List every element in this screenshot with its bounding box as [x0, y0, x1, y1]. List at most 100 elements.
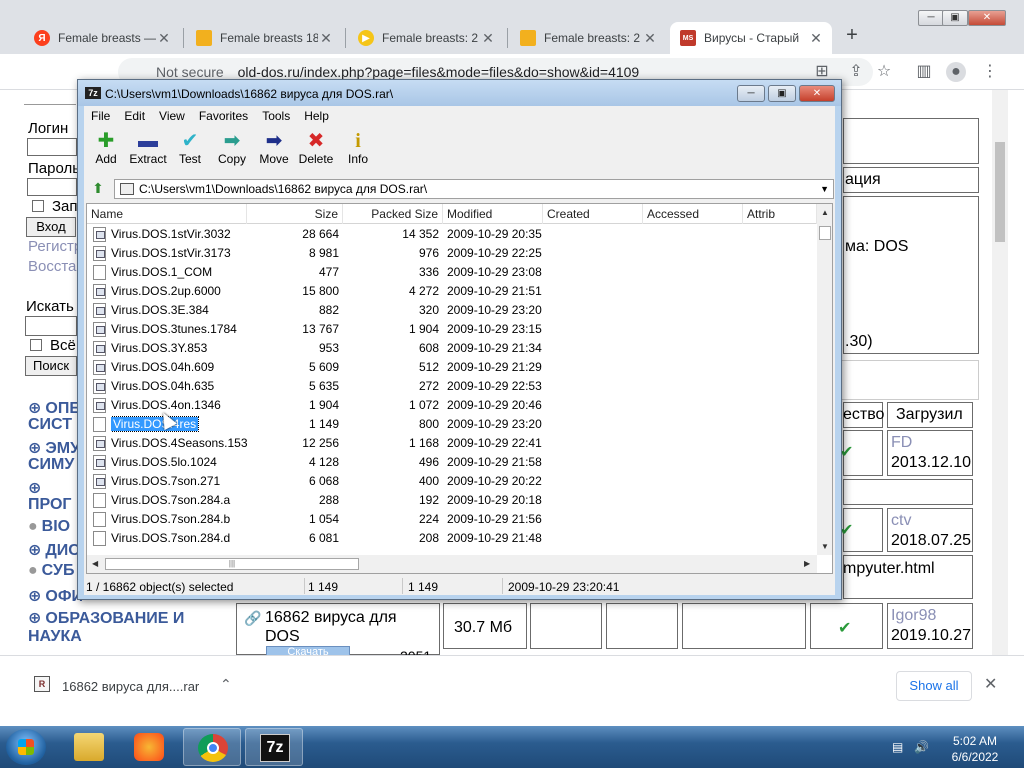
menu-icon[interactable]: ⋮ [980, 62, 1000, 82]
copy-button[interactable]: ➡ Copy [210, 130, 254, 172]
scrollbar-thumb[interactable] [995, 142, 1005, 242]
menu-view[interactable]: View [152, 106, 192, 126]
bookmark-star-icon[interactable]: ☆ [874, 62, 894, 82]
scrollbar-thumb[interactable] [819, 226, 831, 240]
7zip-close-button[interactable]: ✕ [799, 85, 835, 102]
uploader-link-2[interactable]: ctv [891, 512, 911, 530]
file-row[interactable]: Virus.DOS.04h.609 5 609 512 2009-10-29 21:2… [87, 358, 817, 377]
test-button[interactable]: ✔ Test [168, 130, 212, 172]
tab-3[interactable]: ▶ Female breasts: 2 ✕ [348, 22, 504, 54]
taskbar-chrome[interactable] [183, 728, 241, 766]
move-button[interactable]: ➡ Move [252, 130, 296, 172]
start-button[interactable] [6, 729, 46, 765]
extract-button[interactable]: ▬ Extract [126, 130, 170, 172]
close-tab-icon[interactable]: ✕ [318, 30, 334, 47]
info-button[interactable]: i Info [336, 130, 380, 172]
clock-time[interactable]: 5:02 AM [940, 734, 1010, 748]
close-icon[interactable]: ✕ [984, 674, 997, 694]
7zip-address-field[interactable]: C:\Users\vm1\Downloads\16862 вируса для … [114, 179, 834, 199]
scroll-up-icon[interactable]: ▲ [821, 208, 829, 217]
7zip-maximize-button[interactable]: ▣ [768, 85, 796, 102]
file-row[interactable]: Virus.DOS.1_COM 477 336 2009-10-29 23:08 [87, 263, 817, 282]
uploader-link-3[interactable]: Igor98 [891, 607, 936, 625]
file-row[interactable]: Virus.DOS.2up.6000 15 800 4 272 2009-10-29 … [87, 282, 817, 301]
category-menu-item[interactable]: ⊕ ЭМУ [28, 438, 80, 458]
network-icon[interactable]: ▤ [892, 740, 903, 754]
column-header-created[interactable]: Created [543, 204, 643, 224]
search-button[interactable]: Поиск [25, 356, 77, 376]
file-row[interactable]: Virus.DOS.4on.1346 1 904 1 072 2009-10-29 2… [87, 396, 817, 415]
side-panel-icon[interactable]: ▥ [914, 62, 934, 82]
download-filename[interactable]: 16862 вируса для....rar [62, 679, 199, 694]
close-tab-icon[interactable]: ✕ [642, 30, 658, 47]
file-list-vertical-scrollbar[interactable]: ▲ ▼ [817, 204, 832, 555]
volume-icon[interactable]: 🔊 [914, 740, 929, 754]
file-title[interactable]: 16862 вируса для DOS [265, 608, 435, 646]
search-input[interactable] [25, 316, 77, 336]
tab-5[interactable]: MS Вирусы - Старый ✕ [670, 22, 832, 54]
new-tab-button[interactable]: + [842, 25, 862, 46]
search-all-checkbox[interactable] [30, 339, 42, 351]
scroll-right-icon[interactable]: ▶ [804, 559, 810, 568]
file-ref-text[interactable]: mpyuter.html [843, 560, 935, 578]
column-header-size[interactable]: Size [247, 204, 343, 224]
7zip-titlebar[interactable]: 7z C:\Users\vm1\Downloads\16862 вируса д… [78, 80, 841, 106]
column-header-packed-size[interactable]: Packed Size [343, 204, 443, 224]
file-row[interactable]: Virus.DOS.5lo.1024 4 128 496 2009-10-29 21:… [87, 453, 817, 472]
scroll-down-icon[interactable]: ▼ [821, 542, 829, 551]
file-list-horizontal-scrollbar[interactable]: ◀ ||| ▶ [87, 555, 817, 573]
file-row[interactable]: Virus.DOS.4Seasons.1534 12 256 1 168 2009-1… [87, 434, 817, 453]
profile-avatar-icon[interactable]: ● [946, 62, 966, 82]
taskbar-explorer[interactable] [60, 728, 118, 766]
category-menu-item[interactable]: ● BIO [28, 518, 70, 536]
delete-button[interactable]: ✖ Delete [294, 130, 338, 172]
login-button[interactable]: Вход [26, 217, 76, 237]
file-row[interactable]: Virus.DOS.7son.284.a 288 192 2009-10-29 20:… [87, 491, 817, 510]
uploader-link-1[interactable]: FD [891, 434, 912, 452]
login-input[interactable] [27, 138, 77, 156]
file-row[interactable]: Virus.DOS.3Y.853 953 608 2009-10-29 21:34 [87, 339, 817, 358]
dropdown-arrow-icon[interactable]: ▼ [820, 180, 829, 198]
file-row[interactable]: Virus.DOS.7son.271 6 068 400 2009-10-29 20:… [87, 472, 817, 491]
chevron-up-icon[interactable]: ⌃ [220, 676, 232, 693]
category-menu-item[interactable]: ● СУБ [28, 562, 74, 580]
category-menu-item[interactable]: ⊕ ОПЕ [28, 398, 80, 418]
close-tab-icon[interactable]: ✕ [156, 30, 172, 47]
page-scrollbar[interactable] [992, 90, 1008, 655]
close-tab-icon[interactable]: ✕ [808, 30, 824, 47]
menu-help[interactable]: Help [297, 106, 336, 126]
scrollbar-thumb[interactable]: ||| [105, 558, 359, 570]
tab-2[interactable]: Female breasts 18 ✕ [186, 22, 342, 54]
column-header-accessed[interactable]: Accessed [643, 204, 743, 224]
close-window-button[interactable]: ✕ [968, 10, 1006, 26]
category-menu-item[interactable]: ⊕ ДИС [28, 540, 80, 560]
close-tab-icon[interactable]: ✕ [480, 30, 496, 47]
column-header-name[interactable]: Name [87, 204, 247, 224]
7zip-minimize-button[interactable]: ─ [737, 85, 765, 102]
maximize-button[interactable]: ▣ [942, 10, 968, 26]
tab-4[interactable]: Female breasts: 2 ✕ [510, 22, 666, 54]
tab-1[interactable]: Я Female breasts — ✕ [24, 22, 180, 54]
menu-file[interactable]: File [84, 106, 117, 126]
not-secure-indicator[interactable]: Not secure [156, 64, 224, 80]
category-menu-item[interactable]: СИСТ [28, 416, 72, 434]
menu-favorites[interactable]: Favorites [192, 106, 255, 126]
file-row[interactable]: Virus.DOS.04h.635 5 635 272 2009-10-29 22:5… [87, 377, 817, 396]
menu-edit[interactable]: Edit [117, 106, 152, 126]
file-row[interactable]: Virus.DOS.4res 1 149 800 2009-10-29 23:20 [87, 415, 817, 434]
menu-tools[interactable]: Tools [255, 106, 297, 126]
folder-up-icon[interactable]: ⬆ [88, 180, 108, 198]
taskbar-7zip[interactable]: 7z [245, 728, 303, 766]
minimize-button[interactable]: ─ [918, 10, 944, 26]
scroll-left-icon[interactable]: ◀ [92, 559, 98, 568]
category-menu-item[interactable]: ⊕ ОФИ [28, 586, 83, 606]
category-menu-item[interactable]: ⊕ ОБРАЗОВАНИЕ И [28, 608, 184, 628]
taskbar-media-player[interactable] [120, 728, 178, 766]
file-row[interactable]: Virus.DOS.3E.384 882 320 2009-10-29 23:20 [87, 301, 817, 320]
url-text[interactable]: old-dos.ru/index.php?page=files&mode=fil… [238, 64, 640, 80]
file-row[interactable]: Virus.DOS.1stVir.3173 8 981 976 2009-10-29 … [87, 244, 817, 263]
file-row[interactable]: Virus.DOS.1stVir.3032 28 664 14 352 2009-10… [87, 225, 817, 244]
add-button[interactable]: ✚ Add [84, 130, 128, 172]
remember-checkbox[interactable] [32, 200, 44, 212]
category-menu-item[interactable]: ⊕ [28, 478, 45, 498]
